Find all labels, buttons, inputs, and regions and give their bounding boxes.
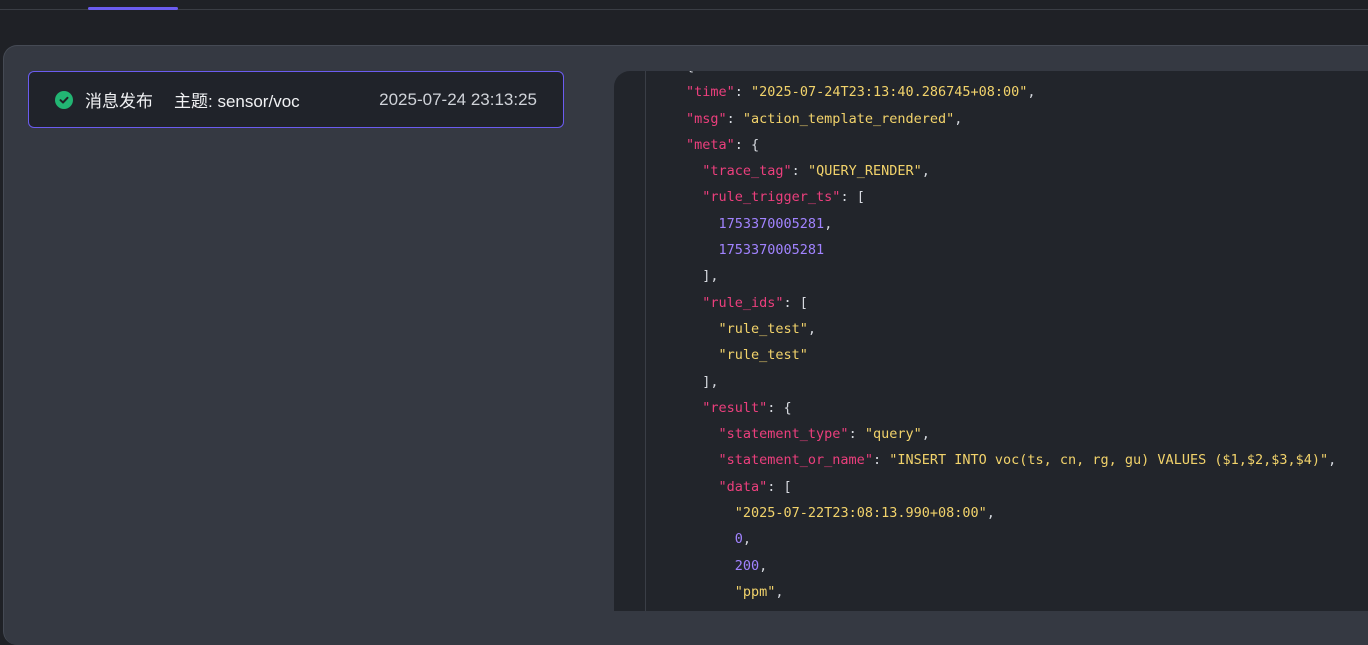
- code-token: :: [791, 163, 808, 180]
- code-line: "statement_type": "query",: [686, 421, 1336, 447]
- code-token: "result": [702, 399, 768, 416]
- code-token: "msg": [686, 110, 727, 127]
- code-line: "data": [: [686, 474, 1336, 500]
- code-line: "ppm",: [686, 579, 1336, 605]
- code-token: : {: [734, 136, 760, 153]
- code-token: "INSERT INTO voc(ts, cn, rg, gu) VALUES …: [889, 452, 1329, 469]
- code-token: 200: [734, 557, 760, 574]
- code-token: ],: [686, 373, 719, 390]
- code-line: "rule_test": [686, 342, 1336, 368]
- json-code: { "time": "2025-07-24T23:13:40.286745+08:…: [686, 71, 1336, 605]
- code-line: "meta": {: [686, 132, 1336, 158]
- code-token: 1753370005281: [718, 215, 825, 232]
- code-line: ],: [686, 263, 1336, 289]
- code-token: {: [686, 71, 694, 74]
- code-token: "trace_tag": [702, 163, 792, 180]
- code-token: 0: [734, 531, 743, 548]
- code-token: "rule_ids": [702, 294, 784, 311]
- code-line: 200,: [686, 553, 1336, 579]
- code-token: : [: [783, 294, 808, 311]
- code-token: ,: [742, 531, 752, 548]
- code-token: "2025-07-22T23:08:13.990+08:00": [734, 505, 987, 522]
- code-line: {: [686, 71, 1336, 79]
- code-line: "rule_trigger_ts": [: [686, 184, 1336, 210]
- code-token: :: [734, 84, 752, 101]
- code-token: ,: [824, 215, 833, 232]
- code-line: 1753370005281: [686, 237, 1336, 263]
- code-token: "statement_or_name": [718, 452, 873, 469]
- code-token: "query": [864, 426, 922, 443]
- code-token: ,: [1328, 452, 1337, 469]
- code-token: : [: [767, 478, 792, 495]
- code-line: 0,: [686, 526, 1336, 552]
- active-tab-indicator: [88, 7, 178, 10]
- code-token: :: [726, 110, 743, 127]
- code-token: ,: [775, 583, 784, 600]
- code-line: "statement_or_name": "INSERT INTO voc(ts…: [686, 447, 1337, 473]
- code-line: ],: [686, 369, 1336, 395]
- check-circle-icon: [55, 90, 73, 109]
- code-line: "rule_ids": [: [686, 290, 1336, 316]
- code-line: "time": "2025-07-24T23:13:40.286745+08:0…: [686, 79, 1336, 105]
- code-line: "msg": "action_template_rendered",: [686, 106, 1336, 132]
- code-token: "2025-07-24T23:13:40.286745+08:00": [751, 84, 1028, 101]
- code-indent-guide: [645, 71, 646, 611]
- code-token: "meta": [686, 136, 735, 153]
- event-topic: 主题: sensor/voc: [174, 92, 300, 111]
- code-token: :: [872, 452, 890, 469]
- event-list-item[interactable]: 消息发布 主题: sensor/voc 2025-07-24 23:13:25: [28, 71, 564, 128]
- top-tab-bar: [0, 0, 1368, 10]
- event-title: 消息发布: [85, 92, 153, 111]
- code-token: "statement_type": [718, 426, 849, 443]
- code-token: ,: [921, 426, 930, 443]
- code-line: "trace_tag": "QUERY_RENDER",: [686, 158, 1336, 184]
- code-token: ,: [986, 505, 995, 522]
- json-code-viewer[interactable]: { "time": "2025-07-24T23:13:40.286745+08:…: [614, 71, 1368, 611]
- code-token: : [: [840, 189, 865, 206]
- code-token: ,: [759, 557, 768, 574]
- code-token: "action_template_rendered": [742, 110, 955, 127]
- code-token: ,: [921, 163, 930, 180]
- code-line: "rule_test",: [686, 316, 1336, 342]
- code-line: 1753370005281,: [686, 211, 1336, 237]
- code-token: "data": [718, 478, 768, 495]
- code-token: :: [848, 426, 865, 443]
- code-token: : {: [767, 399, 792, 416]
- code-token: ],: [686, 268, 719, 285]
- code-line: "result": {: [686, 395, 1336, 421]
- code-token: "time": [686, 84, 735, 101]
- code-token: 1753370005281: [718, 242, 825, 259]
- code-token: "rule_test": [718, 320, 808, 337]
- code-token: "rule_trigger_ts": [702, 189, 841, 206]
- code-token: ,: [1027, 84, 1036, 101]
- code-token: "ppm": [734, 583, 776, 600]
- code-token: ,: [807, 320, 817, 337]
- code-line: "2025-07-22T23:08:13.990+08:00",: [686, 500, 1336, 526]
- code-token: ,: [954, 110, 963, 127]
- code-token: "rule_test": [718, 347, 808, 364]
- code-token: "QUERY_RENDER": [807, 163, 922, 180]
- event-timestamp: 2025-07-24 23:13:25: [379, 89, 537, 109]
